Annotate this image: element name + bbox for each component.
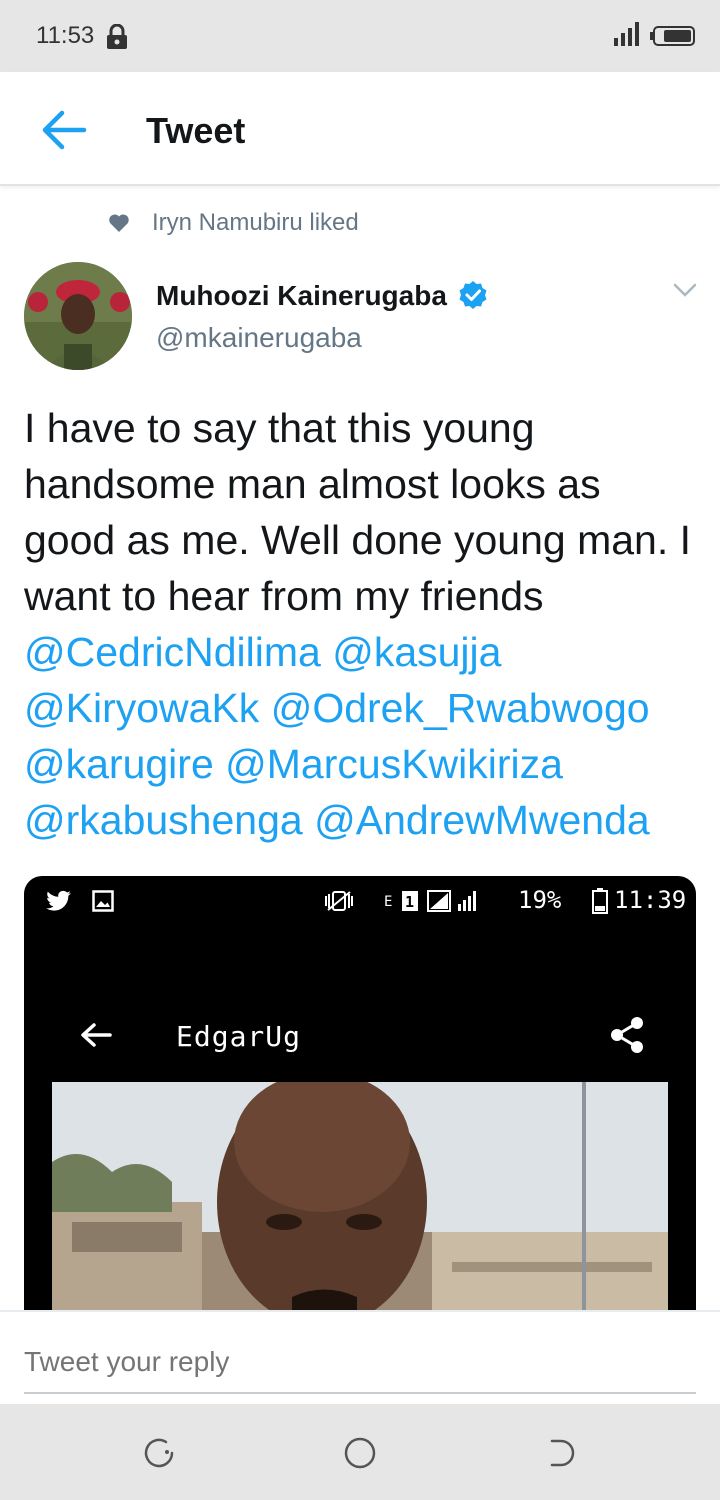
svg-text:1: 1 — [405, 893, 414, 911]
photo-of-man — [52, 1082, 668, 1310]
liked-by-text[interactable]: Iryn Namubiru liked — [152, 209, 359, 237]
page-title: Tweet — [146, 110, 246, 151]
svg-text:E: E — [384, 894, 392, 910]
mention-link[interactable]: @AndrewMwenda — [314, 797, 650, 843]
gallery-icon — [92, 890, 114, 912]
tweet-text: I have to say that this young handsome m… — [24, 400, 700, 848]
author-handle[interactable]: @mkainerugaba — [156, 322, 362, 354]
mention-link[interactable]: @rkabushenga — [24, 797, 303, 843]
mention-link[interactable]: @CedricNdilima — [24, 629, 321, 675]
tweet-media-image[interactable]: E 1 19% 11:39 EdgarUg — [24, 876, 696, 1310]
reply-underline — [24, 1392, 696, 1394]
lock-icon — [107, 24, 127, 49]
social-context: Iryn Namubiru liked — [108, 208, 359, 238]
mention-link[interactable]: @karugire — [24, 741, 214, 787]
tweet-body-text: I have to say that this young handsome m… — [24, 405, 692, 619]
system-nav-bar — [0, 1404, 720, 1500]
media-battery-level: 19% — [518, 886, 562, 914]
media-status-time: 11:39 — [614, 886, 687, 914]
back-nav-icon[interactable] — [544, 1436, 578, 1470]
mention-link[interactable]: @Odrek_Rwabwogo — [271, 685, 650, 731]
signal-icon — [614, 22, 639, 46]
mention-link[interactable]: @MarcusKwikiriza — [225, 741, 563, 787]
top-app-bar: Tweet — [0, 72, 720, 186]
reply-bar — [0, 1310, 720, 1404]
recent-apps-icon[interactable] — [142, 1436, 176, 1470]
share-icon — [611, 1017, 643, 1053]
media-status-bar: E 1 19% 11:39 — [24, 876, 696, 926]
mention-link[interactable]: @kasujja — [332, 629, 501, 675]
avatar[interactable] — [24, 262, 132, 370]
avatar-photo — [24, 262, 132, 370]
author-name[interactable]: Muhoozi Kainerugaba — [156, 280, 447, 312]
battery-icon — [650, 26, 695, 46]
twitter-bird-icon — [46, 890, 71, 911]
chevron-down-icon[interactable] — [672, 280, 698, 300]
reply-input[interactable] — [24, 1342, 696, 1382]
media-battery-icon — [592, 888, 608, 914]
mention-link[interactable]: @KiryowaKk — [24, 685, 259, 731]
home-icon[interactable] — [343, 1436, 377, 1470]
network-signal-icon: E 1 — [384, 890, 476, 912]
vibrate-mute-icon — [325, 891, 353, 911]
heart-icon — [109, 214, 129, 232]
status-time: 11:53 — [36, 22, 95, 49]
media-back-arrow-icon — [81, 1023, 112, 1047]
verified-badge-icon — [459, 281, 487, 309]
back-arrow-icon[interactable] — [40, 108, 88, 152]
media-photo — [52, 1082, 668, 1310]
media-screen-title: EdgarUg — [176, 1020, 302, 1053]
status-bar: 11:53 — [0, 0, 720, 72]
